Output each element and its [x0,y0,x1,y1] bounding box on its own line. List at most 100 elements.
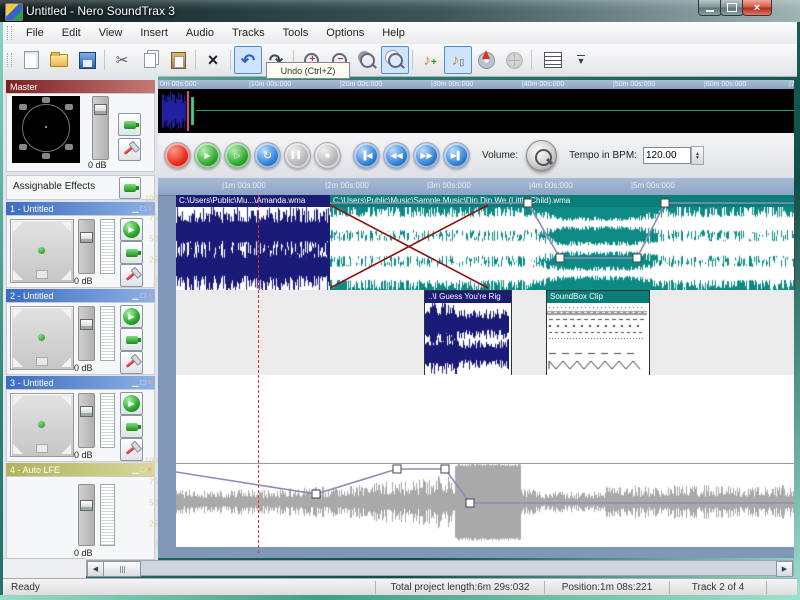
project-overview[interactable] [158,89,794,133]
assignable-effects-button[interactable] [119,177,141,199]
menu-help[interactable]: Help [373,24,414,42]
strip3-header[interactable]: 3 - Untitled ▁□× [6,376,155,389]
track2-clip-iguess[interactable]: ..\I Guess You're Rig [424,290,512,377]
strip4-volume-fader[interactable] [78,484,95,546]
menu-audio[interactable]: Audio [177,24,223,42]
master-effects-button[interactable] [118,113,141,136]
undo-button[interactable]: ↶ [234,46,262,74]
strip-maximize-icon[interactable]: □ [140,205,145,213]
new-document-button[interactable] [17,46,45,74]
strip-maximize-icon[interactable]: □ [140,292,145,300]
volume-envelope[interactable] [176,455,794,547]
strip-maximize-icon[interactable]: □ [140,379,145,387]
overview-ruler[interactable]: 0m 00s:000 |10m 00s:000 |20m 00s:000 |30… [158,80,794,89]
strip2-play-button[interactable]: ▶ [120,305,143,328]
skip-start-button[interactable]: ▐◀ [353,142,380,169]
zoom-page-button[interactable] [381,46,409,74]
rewind-button[interactable]: ◀◀ [383,142,410,169]
scrollbar-thumb[interactable] [103,561,141,577]
burn-cd-button[interactable] [472,46,500,74]
volume-knob[interactable] [526,140,557,171]
strip1-play-button[interactable]: ▶ [120,218,143,241]
stop-button[interactable]: ■ [314,142,341,169]
scroll-right-button[interactable]: ▶ [776,561,793,577]
horizontal-scrollbar[interactable]: ◀ ▶ [86,560,794,576]
track-layout-button[interactable] [535,46,571,74]
strip-minimize-icon[interactable]: ▁ [132,205,138,213]
strip1-volume-fader[interactable] [78,219,95,274]
close-button[interactable]: × [742,0,772,16]
strip-minimize-icon[interactable]: ▁ [132,292,138,300]
tempo-spinner[interactable]: ▲▼ [691,146,704,165]
strip-maximize-icon[interactable]: □ [140,466,145,474]
strip3-play-button[interactable]: ▶ [120,392,143,415]
strip-close-icon[interactable]: × [147,205,152,213]
copy-button[interactable] [136,46,164,74]
pause-button[interactable]: ▌▌ [284,142,311,169]
menu-insert[interactable]: Insert [131,24,177,42]
track2-clip-soundbox[interactable]: SoundBox Clip [546,290,650,377]
strip1-pan-control[interactable] [10,219,74,283]
strip3-tools-button[interactable] [120,438,143,461]
strip1-header[interactable]: 1 - Untitled ▁□× [6,202,155,215]
menu-edit[interactable]: Edit [53,24,90,42]
loop-button[interactable]: ↻ [254,142,281,169]
strip-close-icon[interactable]: × [147,466,152,474]
add-audio-button[interactable]: ♪+ [416,46,444,74]
scroll-left-button[interactable]: ◀ [87,561,104,577]
strip2-volume-fader[interactable] [78,306,95,361]
master-volume-fader[interactable] [92,96,109,160]
menu-tools[interactable]: Tools [274,24,318,42]
paste-button[interactable] [164,46,192,74]
play-button[interactable]: ▶ [194,142,221,169]
strip2-tools-button[interactable] [120,351,143,374]
strip2-effects-button[interactable] [120,328,143,351]
resize-grip[interactable] [766,581,797,594]
strip1-effects-button[interactable] [120,241,143,264]
insert-audio-file-button[interactable]: ♪▯ [444,46,472,74]
maximize-button[interactable] [720,0,744,16]
master-tools-button[interactable] [118,138,141,161]
strip2-pan-control[interactable] [10,306,74,370]
minimize-button[interactable] [698,0,722,16]
track2-lane[interactable]: ..\I Guess You're Rig SoundBox Clip [176,290,794,375]
zoom-fit-button[interactable] [353,46,381,74]
pan-position-dot [38,421,45,428]
master-strip-header[interactable]: Master [6,80,155,93]
open-button[interactable] [45,46,73,74]
master-surround-panner[interactable] [12,96,80,163]
strip-minimize-icon[interactable]: ▁ [132,466,138,474]
play-all-button[interactable]: ▷ [224,142,251,169]
delete-button[interactable]: × [199,46,227,74]
strip3-effects-button[interactable] [120,415,143,438]
playhead-cursor[interactable] [258,195,259,553]
menu-options[interactable]: Options [317,24,373,42]
strip-minimize-icon[interactable]: ▁ [132,379,138,387]
track3-lane[interactable] [176,375,794,455]
scale-50: 50 [149,499,158,508]
timeline-ruler[interactable]: |1m 00s:000 |2m 00s:000 |3m 00s:000 |4m … [158,178,794,196]
toolbar-overflow-button[interactable]: ▼ [571,46,591,74]
strip2-header[interactable]: 2 - Untitled ▁□× [6,289,155,302]
menu-view[interactable]: View [90,24,132,42]
cut-button[interactable]: ✂ [108,46,136,74]
record-button[interactable] [164,142,191,169]
save-button[interactable] [73,46,101,74]
strip-close-icon[interactable]: × [147,292,152,300]
menu-file[interactable]: File [17,24,53,42]
strip3-pan-control[interactable] [10,393,74,457]
strip4-header[interactable]: 4 - Auto LFE ▁□× [6,463,155,476]
menu-tracks[interactable]: Tracks [223,24,274,42]
track1-lane[interactable]: C:\Users\Public\Mu...\Amanda.wma C:\User… [176,195,794,290]
strip3-volume-fader[interactable] [78,393,95,448]
track4-lane[interactable] [176,455,794,547]
add-audio-icon: ♪+ [423,53,436,68]
tempo-input[interactable] [643,147,691,164]
fast-forward-button[interactable]: ▶▶ [413,142,440,169]
track1-clip-amanda[interactable]: C:\Users\Public\Mu...\Amanda.wma [176,195,331,290]
strip1-tools-button[interactable] [120,264,143,287]
strip-close-icon[interactable]: × [147,379,152,387]
skip-end-button[interactable]: ▶▌ [443,142,470,169]
spin-down-icon[interactable]: ▼ [695,156,700,160]
surround-button[interactable] [500,46,528,74]
